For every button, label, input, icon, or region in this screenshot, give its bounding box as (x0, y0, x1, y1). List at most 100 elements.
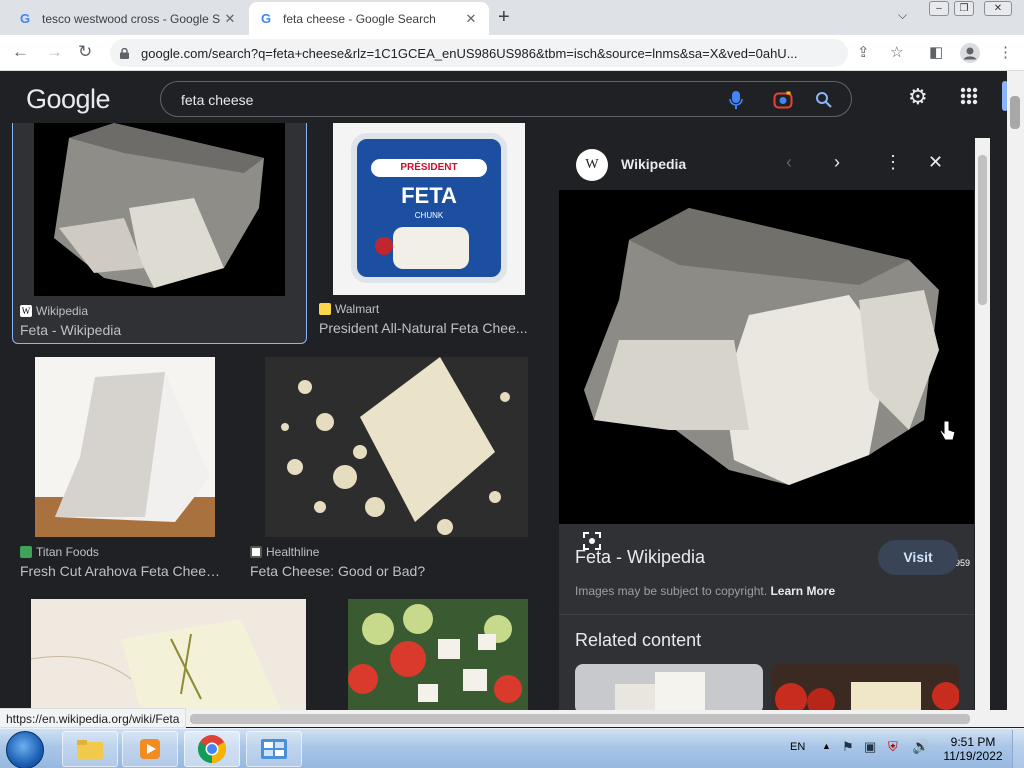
result-title[interactable]: Feta Cheese: Good or Bad? (250, 563, 525, 579)
result-thumbnail[interactable] (35, 357, 215, 537)
tab-close-icon[interactable]: ✕ (222, 11, 238, 27)
google-lens-icon[interactable] (773, 90, 793, 110)
tab-close-icon[interactable]: ✕ (463, 11, 479, 27)
more-options-icon[interactable]: ⋮ (884, 152, 902, 173)
start-button[interactable] (6, 731, 44, 768)
related-image[interactable] (771, 664, 959, 710)
security-icon[interactable]: ⛨ (888, 739, 898, 755)
network-icon[interactable]: ⚑ (842, 739, 854, 755)
learn-more-link[interactable]: Learn More (770, 584, 835, 598)
profile-avatar-icon[interactable] (960, 43, 980, 63)
control-panel-icon (261, 739, 287, 759)
back-icon[interactable]: ← (12, 42, 29, 62)
close-icon[interactable]: ✕ (928, 152, 943, 173)
taskbar-chrome[interactable] (184, 731, 240, 767)
preview-header: W Wikipedia ‹ › ⋮ ✕ (559, 138, 974, 190)
tab-feta-cheese[interactable]: G feta cheese - Google Search ✕ (249, 2, 489, 35)
search-box[interactable]: feta cheese (160, 81, 852, 117)
status-bar-url: https://en.wikipedia.org/wiki/Feta (0, 708, 187, 728)
volume-icon[interactable]: 🔊 (912, 738, 929, 755)
greek-salad-image (348, 604, 522, 703)
minimize-button[interactable]: – (929, 1, 949, 16)
clock-time: 9:51 PM (950, 735, 996, 749)
taskbar-explorer[interactable] (62, 731, 118, 767)
previous-arrow-icon[interactable]: ‹ (786, 152, 792, 173)
page-vertical-scrollbar[interactable] (1007, 71, 1024, 710)
search-icon[interactable] (815, 91, 833, 109)
microphone-icon[interactable] (729, 90, 743, 110)
preview-site-name[interactable]: Wikipedia (621, 156, 686, 172)
result-title[interactable]: President All-Natural Feta Chee... (319, 320, 531, 336)
image-preview-panel: W Wikipedia ‹ › ⋮ ✕ 1,199 × 959 Feta - W… (559, 138, 974, 710)
result-source: Healthline (250, 545, 319, 559)
mouse-cursor-icon (939, 420, 955, 441)
forward-icon[interactable]: → (46, 42, 63, 62)
package-cheese-visual (393, 227, 469, 269)
url-text: google.com/search?q=feta+cheese&rlz=1C1G… (141, 45, 798, 61)
tab-strip: G tesco westwood cross - Google S ✕ G fe… (0, 0, 1024, 35)
result-thumbnail[interactable] (34, 123, 285, 296)
walmart-favicon-icon (319, 303, 331, 315)
feta-wedge-image (35, 372, 215, 537)
google-favicon-icon: G (19, 11, 31, 26)
show-desktop-button[interactable] (1012, 730, 1024, 768)
browser-toolbar: ← → ↻ google.com/search?q=feta+cheese&rl… (0, 35, 1024, 71)
side-panel-icon[interactable]: ◧ (929, 43, 943, 61)
feta-large-image (584, 208, 939, 485)
lock-icon (120, 47, 129, 59)
titan-foods-favicon-icon (20, 546, 32, 558)
result-thumbnail[interactable]: PRÉSIDENT FETA CHUNK (333, 123, 525, 295)
address-bar[interactable]: google.com/search?q=feta+cheese&rlz=1C1G… (110, 39, 848, 67)
result-card-selected[interactable]: W Wikipedia Feta - Wikipedia (12, 123, 307, 344)
taskbar-media-player[interactable] (122, 731, 178, 767)
folder-icon (77, 740, 103, 759)
tab-search-chevron-icon[interactable]: ⌵ (898, 8, 907, 23)
search-input[interactable]: feta cheese (181, 92, 253, 108)
close-window-button[interactable]: ✕ (984, 1, 1012, 16)
language-indicator[interactable]: EN (790, 741, 805, 753)
related-feta-tomato-image (775, 682, 959, 710)
apps-grid-icon[interactable] (960, 87, 978, 105)
wikipedia-logo-icon[interactable]: W (576, 149, 608, 181)
result-card[interactable]: Healthline Feta Cheese: Good or Bad? (250, 357, 530, 587)
result-source-label: Wikipedia (36, 304, 89, 318)
settings-gear-icon[interactable]: ⚙ (908, 84, 928, 110)
tab-tesco[interactable]: G tesco westwood cross - Google S ✕ (8, 2, 248, 35)
share-icon[interactable]: ⇪ (857, 43, 870, 61)
bookmark-star-icon[interactable]: ☆ (890, 43, 903, 61)
panel-scrollbar-thumb[interactable] (978, 155, 987, 305)
next-arrow-icon[interactable]: › (834, 152, 840, 173)
result-card[interactable]: PRÉSIDENT FETA CHUNK Walmart President A… (318, 123, 543, 343)
result-title[interactable]: Feta - Wikipedia (20, 322, 290, 338)
result-card[interactable]: Titan Foods Fresh Cut Arahova Feta Chees… (20, 357, 230, 587)
google-logo[interactable]: Google (26, 84, 111, 115)
divider (559, 614, 974, 615)
tab-title: tesco westwood cross - Google S (42, 11, 221, 26)
preview-title[interactable]: Feta - Wikipedia (575, 547, 705, 568)
feta-block-image (54, 123, 264, 288)
result-thumbnail[interactable] (348, 599, 528, 710)
google-favicon-icon: G (260, 11, 272, 26)
show-hidden-icons-icon[interactable]: ▲ (822, 741, 831, 751)
feta-herbs-image (31, 619, 281, 710)
taskbar-control-panel[interactable] (246, 731, 302, 767)
new-tab-icon[interactable]: + (498, 6, 510, 29)
page-horizontal-scrollbar-thumb[interactable] (190, 714, 970, 724)
restore-button[interactable]: ❐ (954, 1, 974, 16)
tab-title: feta cheese - Google Search (283, 11, 436, 26)
package-variant-text: CHUNK (414, 211, 444, 220)
result-source: Walmart (319, 302, 379, 316)
media-player-icon (140, 739, 160, 759)
chrome-menu-icon[interactable]: ⋮ (998, 43, 1013, 61)
result-thumbnail[interactable] (265, 357, 528, 537)
preview-image[interactable]: 1,199 × 959 (559, 190, 974, 568)
related-image[interactable] (575, 664, 763, 710)
clock[interactable]: 9:51 PM 11/19/2022 (938, 735, 1008, 763)
visit-button[interactable]: Visit (878, 540, 958, 575)
action-center-icon[interactable]: ▣ (864, 739, 876, 755)
copyright-text: Images may be subject to copyright. (575, 584, 768, 598)
result-thumbnail[interactable] (31, 599, 306, 710)
page-vertical-scrollbar-thumb[interactable] (1010, 96, 1020, 129)
result-title[interactable]: Fresh Cut Arahova Feta Chees... (20, 563, 223, 579)
reload-icon[interactable]: ↻ (78, 42, 92, 62)
